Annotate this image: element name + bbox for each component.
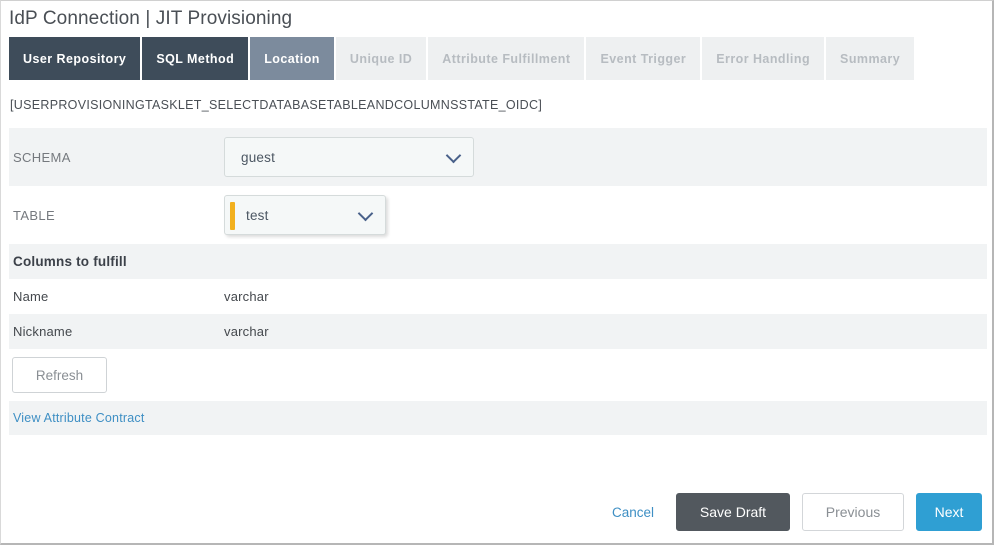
table-label: TABLE xyxy=(9,208,224,223)
attribute-contract-row: View Attribute Contract xyxy=(9,401,987,435)
table-row: Nicknamevarchar xyxy=(9,314,987,349)
tab-location[interactable]: Location xyxy=(250,37,336,80)
table-row: Namevarchar xyxy=(9,279,987,314)
schema-select-value: guest xyxy=(225,150,275,165)
columns-table: NamevarcharNicknamevarchar xyxy=(1,279,992,349)
columns-to-fulfill-header: Columns to fulfill xyxy=(9,244,987,279)
save-draft-button[interactable]: Save Draft xyxy=(676,493,790,531)
previous-button[interactable]: Previous xyxy=(802,493,904,531)
tab-unique-id[interactable]: Unique ID xyxy=(336,37,428,80)
tab-event-trigger[interactable]: Event Trigger xyxy=(586,37,702,80)
refresh-button[interactable]: Refresh xyxy=(12,357,107,393)
wizard-tab-strip: User RepositorySQL MethodLocationUnique … xyxy=(9,37,987,80)
next-button[interactable]: Next xyxy=(916,493,982,531)
columns-to-fulfill-heading: Columns to fulfill xyxy=(9,254,127,269)
table-select[interactable]: test xyxy=(224,195,386,235)
table-select-accent-bar xyxy=(230,202,235,230)
refresh-row: Refresh xyxy=(9,349,987,401)
tab-attribute-fulfillment[interactable]: Attribute Fulfillment xyxy=(428,37,586,80)
schema-select[interactable]: guest xyxy=(224,137,474,177)
page-title: IdP Connection | JIT Provisioning xyxy=(9,8,292,30)
chevron-down-icon xyxy=(358,206,374,222)
title-bar: IdP Connection | JIT Provisioning xyxy=(1,1,992,37)
column-type-cell: varchar xyxy=(224,289,269,304)
column-type-cell: varchar xyxy=(224,324,269,339)
state-identifier-label: [USERPROVISIONINGTASKLET_SELECTDATABASET… xyxy=(1,80,992,128)
schema-row: SCHEMA guest xyxy=(9,128,987,186)
column-name-cell: Name xyxy=(9,289,224,304)
column-name-cell: Nickname xyxy=(9,324,224,339)
schema-label: SCHEMA xyxy=(9,150,224,165)
cancel-button[interactable]: Cancel xyxy=(602,493,664,531)
view-attribute-contract-link[interactable]: View Attribute Contract xyxy=(9,411,145,425)
table-row-field: TABLE test xyxy=(9,186,987,244)
idp-connection-wizard-window: IdP Connection | JIT Provisioning User R… xyxy=(0,0,994,545)
tab-user-repository[interactable]: User Repository xyxy=(9,37,142,80)
chevron-down-icon xyxy=(446,148,462,164)
tab-error-handling[interactable]: Error Handling xyxy=(702,37,826,80)
footer-actions: Cancel Save Draft Previous Next xyxy=(9,489,982,535)
tab-sql-method[interactable]: SQL Method xyxy=(142,37,250,80)
tab-summary[interactable]: Summary xyxy=(826,37,914,80)
